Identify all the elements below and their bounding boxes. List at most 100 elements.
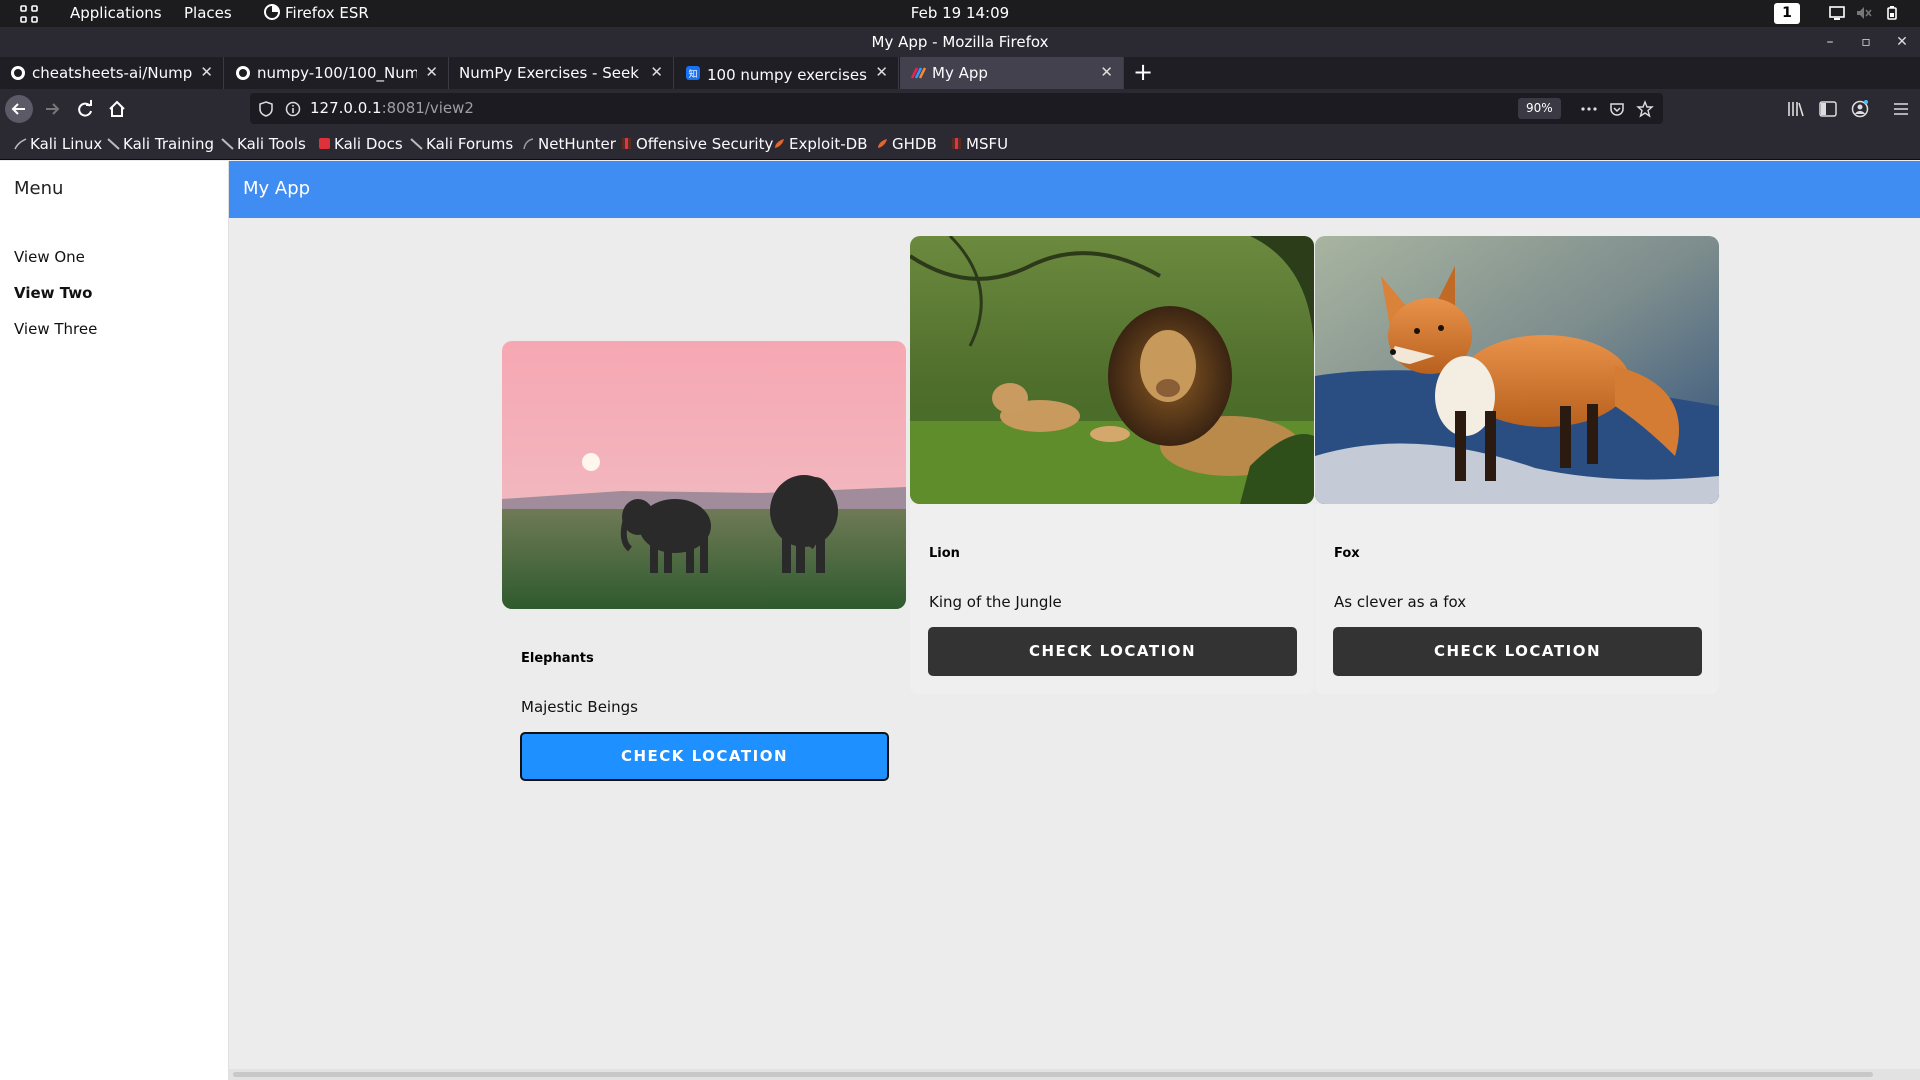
exploitdb-icon (878, 139, 887, 148)
arrow-left-icon (11, 103, 25, 115)
pocket-icon[interactable] (1608, 100, 1626, 118)
card-title: Fox (1334, 546, 1360, 561)
hamburger-menu-icon[interactable] (1891, 99, 1911, 119)
tab-cheatsheets[interactable]: cheatsheets-ai/Numpy.p ✕ (0, 57, 224, 89)
app-title: My App (243, 178, 311, 199)
shield-icon[interactable] (257, 100, 275, 118)
minimize-button[interactable]: – (1821, 33, 1839, 51)
url-host: 127.0.0.1 (310, 99, 382, 117)
tab-label: numpy-100/100_Numpy (257, 64, 417, 82)
bookmark-nethunter[interactable]: NetHunter (522, 135, 616, 153)
app-bar: My App (229, 161, 1920, 218)
bookmark-ghdb[interactable]: GHDB (876, 135, 937, 153)
bookmark-kali-tools[interactable]: Kali Tools (221, 135, 306, 153)
close-tab-icon[interactable]: ✕ (200, 63, 213, 81)
bookmark-star-icon[interactable] (1636, 100, 1654, 118)
display-icon[interactable] (1828, 5, 1846, 21)
kali-icon (221, 138, 234, 150)
account-icon[interactable] (1850, 99, 1870, 119)
info-icon[interactable] (284, 100, 302, 118)
firefox-icon (264, 4, 284, 24)
offsec-icon (952, 138, 961, 149)
volume-muted-icon[interactable] (1855, 5, 1873, 21)
bookmark-label: Kali Forums (426, 135, 514, 153)
bookmark-label: MSFU (966, 135, 1009, 153)
close-tab-icon[interactable]: ✕ (650, 63, 663, 81)
tab-label: cheatsheets-ai/Numpy.p (32, 64, 192, 82)
github-icon (11, 66, 25, 80)
more-actions-icon[interactable] (1580, 100, 1598, 118)
bookmark-kali-training[interactable]: Kali Training (107, 135, 214, 153)
bookmark-exploit-db[interactable]: Exploit-DB (773, 135, 868, 153)
places-menu[interactable]: Places (184, 4, 232, 22)
library-icon[interactable] (1786, 99, 1806, 119)
kali-icon (107, 138, 120, 150)
bookmark-label: Offensive Security (636, 135, 774, 153)
zoom-indicator[interactable]: 90% (1518, 98, 1561, 119)
bookmark-label: NetHunter (538, 135, 616, 153)
app-icon (910, 67, 926, 79)
tab-numpy-100[interactable]: numpy-100/100_Numpy ✕ (225, 57, 449, 89)
bookmark-kali-linux[interactable]: Kali Linux (14, 135, 102, 153)
back-button[interactable] (5, 95, 33, 123)
home-button[interactable] (103, 95, 131, 123)
workspace-indicator[interactable]: 1 (1774, 3, 1800, 24)
close-tab-icon[interactable]: ✕ (425, 63, 438, 81)
reload-button[interactable] (71, 95, 99, 123)
bookmark-kali-forums[interactable]: Kali Forums (410, 135, 513, 153)
bookmark-msfu[interactable]: MSFU (950, 135, 1008, 153)
sidebar-icon[interactable] (1818, 99, 1838, 119)
home-icon (109, 100, 125, 117)
offsec-icon (622, 138, 631, 149)
tab-100-numpy-zhihu[interactable]: 知 100 numpy exercises - 知 ✕ (675, 57, 899, 89)
bookmark-offensive-security[interactable]: Offensive Security (620, 135, 773, 153)
horizontal-scrollbar[interactable] (229, 1069, 1920, 1080)
nav-drawer: Menu View One View Two View Three (0, 161, 229, 1080)
applications-menu[interactable]: Applications (70, 4, 162, 22)
github-icon (236, 66, 250, 80)
red-fox-photo (1315, 236, 1719, 504)
lion-and-cub-photo (910, 236, 1314, 504)
app-grid-icon[interactable] (19, 4, 39, 24)
new-tab-button[interactable]: + (1130, 59, 1156, 87)
card-subtitle: Majestic Beings (521, 698, 638, 716)
svg-text:知: 知 (688, 68, 697, 80)
check-location-button[interactable]: CHECK LOCATION (928, 627, 1297, 676)
reload-icon (78, 100, 92, 117)
forward-button[interactable] (38, 95, 66, 123)
check-location-button[interactable]: CHECK LOCATION (520, 732, 889, 781)
bookmark-kali-docs[interactable]: Kali Docs (318, 135, 403, 153)
url-path: :8081/view2 (381, 99, 474, 117)
check-location-button[interactable]: CHECK LOCATION (1333, 627, 1702, 676)
kali-icon (14, 138, 27, 150)
tab-label: NumPy Exercises - Seeking \ (459, 64, 639, 82)
close-window-button[interactable]: ✕ (1893, 33, 1911, 51)
nav-link-view-three[interactable]: View Three (14, 320, 97, 338)
window-titlebar: My App - Mozilla Firefox – ▫ ✕ (0, 27, 1920, 57)
scrollbar-thumb[interactable] (233, 1072, 1873, 1077)
bookmark-label: Kali Tools (237, 135, 306, 153)
nethunter-icon (523, 138, 534, 150)
active-app-name[interactable]: Firefox ESR (285, 4, 369, 22)
address-bar[interactable]: 127.0.0.1:8081/view2 90% (250, 93, 1663, 124)
card-subtitle: As clever as a fox (1334, 593, 1467, 611)
tab-label: My App (932, 64, 988, 82)
tab-my-app[interactable]: My App ✕ (900, 57, 1124, 89)
bookmark-label: Exploit-DB (789, 135, 868, 153)
card-lion: Lion King of the Jungle CHECK LOCATION (910, 236, 1314, 696)
card-title: Lion (929, 546, 960, 561)
tab-label: 100 numpy exercises - 知 (707, 66, 867, 84)
system-top-bar: Applications Places Firefox ESR Feb 19 1… (0, 0, 1920, 27)
card-elephants: Elephants Majestic Beings CHECK LOCATION (502, 341, 906, 801)
url-text[interactable]: 127.0.0.1:8081/view2 (310, 99, 474, 117)
tab-strip: cheatsheets-ai/Numpy.p ✕ numpy-100/100_N… (0, 57, 1920, 89)
bookmark-label: Kali Linux (30, 135, 103, 153)
maximize-button[interactable]: ▫ (1857, 33, 1875, 51)
close-tab-icon[interactable]: ✕ (875, 63, 888, 81)
card-subtitle: King of the Jungle (929, 593, 1062, 611)
tab-numpy-exercises[interactable]: NumPy Exercises - Seeking \ ✕ (450, 57, 674, 89)
nav-link-view-two[interactable]: View Two (14, 284, 93, 302)
close-tab-icon[interactable]: ✕ (1100, 63, 1113, 81)
power-icon[interactable] (1883, 5, 1901, 21)
nav-link-view-one[interactable]: View One (14, 248, 85, 266)
